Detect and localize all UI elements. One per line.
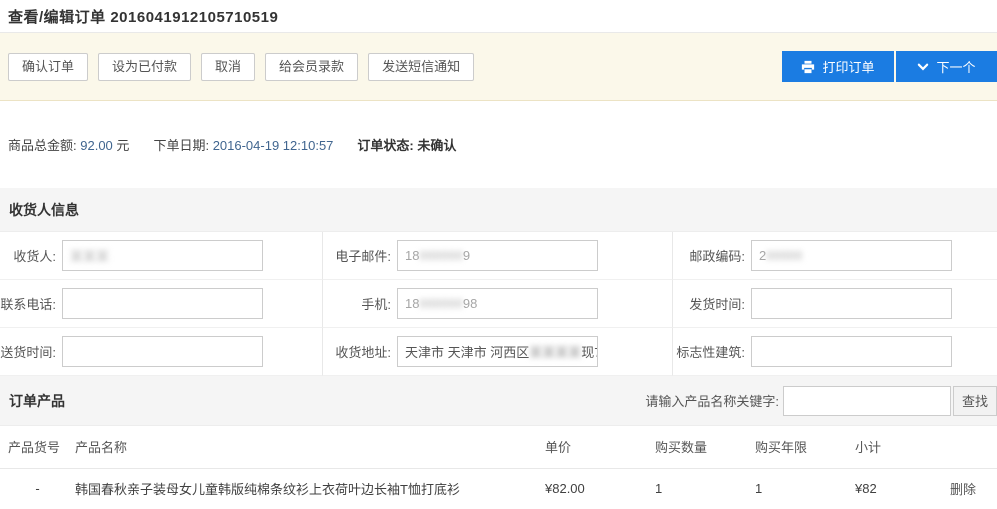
order-status: 订单状态: 未确认 — [357, 135, 456, 154]
column-subtotal: 小计 — [855, 426, 950, 468]
products-section-header: 订单产品 请输入产品名称关键字: 查找 — [0, 376, 997, 426]
address-label: 收货地址: — [323, 342, 391, 361]
record-payment-button[interactable]: 给会员录款 — [265, 53, 358, 81]
product-qty: 1 — [655, 468, 755, 509]
status-badge: 未确认 — [417, 138, 456, 153]
confirm-order-button[interactable]: 确认订单 — [8, 53, 88, 81]
delete-product-link[interactable]: 删除 — [950, 482, 976, 497]
toolbar: 确认订单 设为已付款 取消 给会员录款 发送短信通知 打印订单 下一个 — [0, 33, 997, 101]
products-table: 产品货号 产品名称 单价 购买数量 购买年限 小计 - 韩国春秋亲子装母女儿童韩… — [0, 426, 997, 509]
product-price: ¥82.00 — [545, 468, 655, 509]
delivery-time-field: 送货时间: — [0, 328, 322, 376]
toolbar-left: 确认订单 设为已付款 取消 给会员录款 发送短信通知 — [8, 53, 474, 81]
consignee-field: 收货人: 某某某 — [0, 232, 322, 280]
column-price: 单价 — [545, 426, 655, 468]
product-search: 请输入产品名称关键字: 查找 — [645, 386, 997, 416]
mobile-field: 手机: 1888888898 — [322, 280, 672, 328]
products-table-header-row: 产品货号 产品名称 单价 购买数量 购买年限 小计 — [0, 426, 997, 468]
print-order-label: 打印订单 — [822, 57, 874, 76]
zipcode-field: 邮政编码: 288888 — [672, 232, 997, 280]
address-input[interactable]: 天津市 天津市 河西区某某某某现7 — [397, 336, 598, 367]
print-order-button[interactable]: 打印订单 — [782, 51, 894, 82]
order-summary: 商品总金额: 92.00 元 下单日期: 2016-04-19 12:10:57… — [0, 101, 997, 188]
ship-time-label: 发货时间: — [673, 294, 745, 313]
product-name: 韩国春秋亲子装母女儿童韩版纯棉条纹衫上衣荷叶边长袖T恤打底衫 — [75, 468, 545, 509]
column-name: 产品名称 — [75, 426, 545, 468]
zipcode-label: 邮政编码: — [673, 246, 745, 265]
product-years: 1 — [755, 468, 855, 509]
chevron-down-icon — [917, 61, 929, 73]
order-date: 下单日期: 2016-04-19 12:10:57 — [153, 135, 333, 154]
column-sku: 产品货号 — [0, 426, 75, 468]
mobile-label: 手机: — [323, 294, 391, 313]
product-search-input[interactable] — [783, 386, 951, 416]
product-search-button[interactable]: 查找 — [953, 386, 997, 416]
column-qty: 购买数量 — [655, 426, 755, 468]
address-field: 收货地址: 天津市 天津市 河西区某某某某现7 — [322, 328, 672, 376]
email-field: 电子邮件: 188888889 — [322, 232, 672, 280]
landmark-field: 标志性建筑: — [672, 328, 997, 376]
landmark-input[interactable] — [751, 336, 952, 367]
column-actions — [950, 426, 997, 468]
phone-input[interactable] — [62, 288, 263, 319]
zipcode-input[interactable]: 288888 — [751, 240, 952, 271]
page-title: 查看/编辑订单 2016041912105710519 — [8, 6, 278, 27]
mobile-input[interactable]: 1888888898 — [397, 288, 598, 319]
delivery-time-input[interactable] — [62, 336, 263, 367]
products-section-title: 订单产品 — [9, 391, 65, 411]
order-total: 商品总金额: 92.00 元 — [8, 135, 129, 154]
consignee-section-title: 收货人信息 — [9, 200, 79, 220]
email-input[interactable]: 188888889 — [397, 240, 598, 271]
consignee-label: 收货人: — [0, 246, 56, 265]
phone-field: 联系电话: — [0, 280, 322, 328]
product-search-label: 请输入产品名称关键字: — [645, 391, 779, 410]
product-row: - 韩国春秋亲子装母女儿童韩版纯棉条纹衫上衣荷叶边长袖T恤打底衫 ¥82.00 … — [0, 468, 997, 509]
set-paid-button[interactable]: 设为已付款 — [98, 53, 191, 81]
email-label: 电子邮件: — [323, 246, 391, 265]
send-sms-button[interactable]: 发送短信通知 — [368, 53, 474, 81]
next-order-button[interactable]: 下一个 — [896, 51, 997, 82]
delivery-time-label: 送货时间: — [0, 342, 56, 361]
product-subtotal: ¥82 — [855, 468, 950, 509]
ship-time-field: 发货时间: — [672, 280, 997, 328]
printer-icon — [801, 60, 815, 74]
consignee-input[interactable]: 某某某 — [62, 240, 263, 271]
cancel-order-button[interactable]: 取消 — [201, 53, 255, 81]
phone-label: 联系电话: — [0, 294, 56, 313]
consignee-section-header: 收货人信息 — [0, 188, 997, 232]
column-years: 购买年限 — [755, 426, 855, 468]
ship-time-input[interactable] — [751, 288, 952, 319]
title-bar: 查看/编辑订单 2016041912105710519 — [0, 0, 997, 33]
consignee-form: 收货人: 某某某 电子邮件: 188888889 邮政编码: 288888 联系… — [0, 232, 997, 376]
landmark-label: 标志性建筑: — [673, 342, 745, 361]
order-edit-page: 查看/编辑订单 2016041912105710519 确认订单 设为已付款 取… — [0, 0, 997, 509]
toolbar-right: 打印订单 下一个 — [782, 51, 997, 82]
product-sku: - — [0, 468, 75, 509]
next-order-label: 下一个 — [936, 57, 975, 76]
